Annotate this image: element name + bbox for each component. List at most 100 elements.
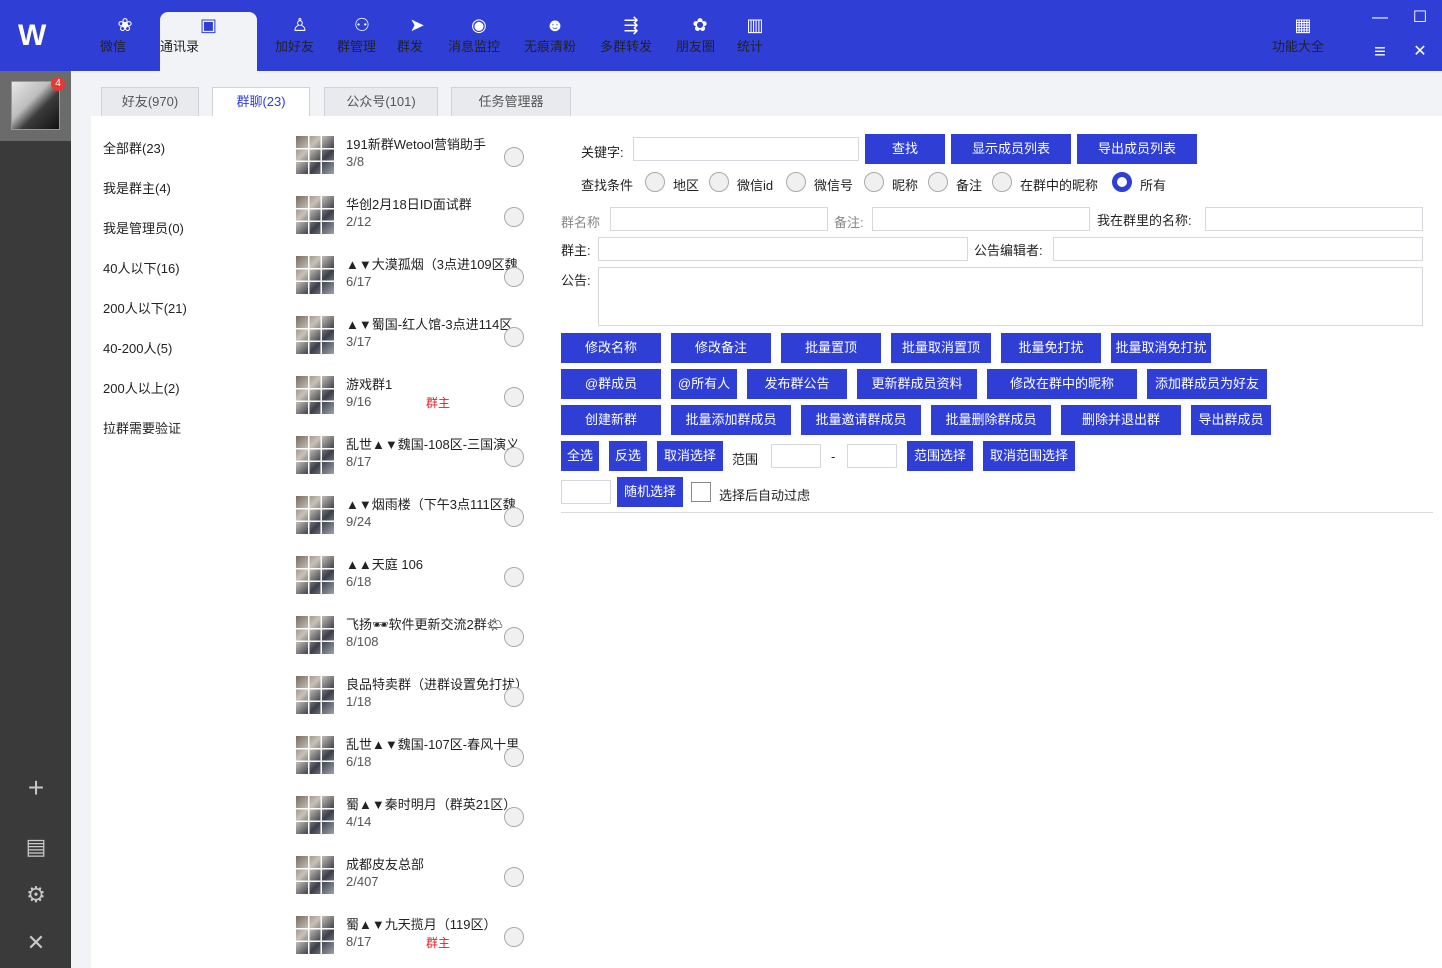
at-all-button[interactable]: @所有人 [671,369,737,399]
condition-radio-wxid[interactable] [709,172,729,192]
group-select-radio[interactable] [504,867,524,887]
random-select-button[interactable]: 随机选择 [617,477,683,507]
notice-textarea[interactable] [598,267,1423,326]
show-members-button[interactable]: 显示成员列表 [951,134,1071,164]
condition-radio-nickname[interactable] [864,172,884,192]
category-40-200[interactable]: 40-200人(5) [103,338,172,357]
at-members-button[interactable]: @群成员 [561,369,661,399]
condition-radio-remark[interactable] [928,172,948,192]
add-members-friends-button[interactable]: 添加群成员为好友 [1147,369,1267,399]
nav-wechat[interactable]: ❀ 微信 [100,12,150,71]
group-select-radio[interactable] [504,807,524,827]
nav-message-monitor[interactable]: ◉ 消息监控 [448,12,510,71]
group-item[interactable]: 游戏群1 9/16 群主 [291,356,546,416]
group-select-radio[interactable] [504,447,524,467]
condition-radio-wxno[interactable] [786,172,806,192]
condition-radio-all[interactable] [1112,172,1132,192]
add-account-icon[interactable]: + [22,774,50,802]
nav-moments[interactable]: ✿ 朋友圈 [676,12,724,71]
invert-select-button[interactable]: 反选 [609,441,647,471]
features-button[interactable]: ▦ 功能大全 [1272,12,1334,71]
nav-mass-send[interactable]: ➤ 群发 [397,12,437,71]
group-item[interactable]: ▲▼蜀国-红人馆-3点进114区 3/17 [291,296,546,356]
rename-button[interactable]: 修改名称 [561,333,661,363]
batch-mute-button[interactable]: 批量免打扰 [1001,333,1101,363]
group-item[interactable]: 良品特卖群（进群设置免打扰） 1/18 [291,656,546,716]
group-item[interactable]: ▲▼大漠孤烟（3点进109区魏 6/17 [291,236,546,296]
group-select-radio[interactable] [504,687,524,707]
group-item[interactable]: 华创2月18日ID面试群 2/12 [291,176,546,236]
card-icon[interactable]: ▤ [22,833,50,861]
owner-input[interactable] [598,237,968,261]
group-item[interactable]: ▲▲天庭 106 6/18 [291,536,546,596]
select-all-button[interactable]: 全选 [561,441,599,471]
group-select-radio[interactable] [504,627,524,647]
group-select-radio[interactable] [504,507,524,527]
export-group-members-button[interactable]: 导出群成员 [1191,405,1271,435]
notice-editor-input[interactable] [1053,237,1423,261]
group-select-radio[interactable] [504,207,524,227]
category-all[interactable]: 全部群(23) [103,138,165,157]
maximize-button[interactable]: ☐ [1410,8,1430,28]
group-select-radio[interactable] [504,567,524,587]
group-item[interactable]: ▲▼烟雨楼（下午3点111区魏 9/24 [291,476,546,536]
group-select-radio[interactable] [504,327,524,347]
update-members-button[interactable]: 更新群成员资料 [857,369,977,399]
nav-stats[interactable]: ▥ 统计 [737,12,773,71]
group-select-radio[interactable] [504,747,524,767]
nav-group-manage[interactable]: ⚇ 群管理 [337,12,387,71]
group-item[interactable]: 飞扬🕶软件更新交流2群🌤 8/108 [291,596,546,656]
range-start-input[interactable] [771,444,821,468]
range-end-input[interactable] [847,444,897,468]
export-members-button[interactable]: 导出成员列表 [1077,134,1197,164]
condition-radio-region[interactable] [645,172,665,192]
find-button[interactable]: 查找 [865,134,945,164]
random-count-input[interactable] [561,480,611,504]
group-item[interactable]: 乱世▲▼魏国-108区-三国演义 8/17 [291,416,546,476]
close-button[interactable]: ✕ [1410,42,1430,62]
nav-clean-fans[interactable]: ☻ 无痕清粉 [524,12,586,71]
publish-notice-button[interactable]: 发布群公告 [747,369,847,399]
nav-multi-forward[interactable]: ⇶ 多群转发 [600,12,662,71]
tab-friends[interactable]: 好友(970) [101,87,199,117]
settings-icon[interactable]: ⚙ [22,881,50,909]
batch-pin-button[interactable]: 批量置顶 [781,333,881,363]
group-select-radio[interactable] [504,267,524,287]
category-verify[interactable]: 拉群需要验证 [103,418,181,437]
condition-radio-group-nickname[interactable] [992,172,1012,192]
group-select-radio[interactable] [504,387,524,407]
exit-icon[interactable]: ✕ [22,929,50,957]
group-item[interactable]: 蜀▲▼秦时明月（群英21区） 4/14 [291,776,546,836]
cancel-range-button[interactable]: 取消范围选择 [983,441,1075,471]
group-item[interactable]: 成都皮友总部 2/407 [291,836,546,896]
group-select-radio[interactable] [504,927,524,947]
batch-unpin-button[interactable]: 批量取消置顶 [891,333,991,363]
category-admin[interactable]: 我是管理员(0) [103,218,184,237]
group-item[interactable]: 蜀▲▼九天揽月（119区） 8/17 群主 [291,896,546,956]
batch-invite-members-button[interactable]: 批量邀请群成员 [801,405,921,435]
nav-add-friend[interactable]: ♙ 加好友 [275,12,325,71]
edit-group-nickname-button[interactable]: 修改在群中的昵称 [987,369,1137,399]
my-name-input[interactable] [1205,207,1423,231]
batch-add-members-button[interactable]: 批量添加群成员 [671,405,791,435]
batch-remove-members-button[interactable]: 批量删除群成员 [931,405,1051,435]
auto-filter-checkbox[interactable] [691,482,711,502]
minimize-button[interactable]: — [1370,8,1390,28]
category-under-200[interactable]: 200人以下(21) [103,298,187,317]
group-item[interactable]: 乱世▲▼魏国-107区-春风十里 6/18 [291,716,546,776]
category-owner[interactable]: 我是群主(4) [103,178,171,197]
group-name-input[interactable] [610,207,828,231]
group-select-radio[interactable] [504,147,524,167]
tab-task-manager[interactable]: 任务管理器 [451,87,571,117]
delete-quit-button[interactable]: 删除并退出群 [1061,405,1181,435]
nav-contacts[interactable]: ▣ 通讯录 [160,12,257,71]
batch-unmute-button[interactable]: 批量取消免打扰 [1111,333,1211,363]
range-select-button[interactable]: 范围选择 [907,441,973,471]
category-under-40[interactable]: 40人以下(16) [103,258,180,277]
remark-input[interactable] [872,207,1090,231]
group-item[interactable]: 191新群Wetool营销助手 3/8 [291,116,546,176]
tab-groups[interactable]: 群聊(23) [212,87,310,118]
category-over-200[interactable]: 200人以上(2) [103,378,180,397]
menu-button[interactable]: ≡ [1370,42,1390,62]
account-item[interactable]: 4 [0,71,71,141]
